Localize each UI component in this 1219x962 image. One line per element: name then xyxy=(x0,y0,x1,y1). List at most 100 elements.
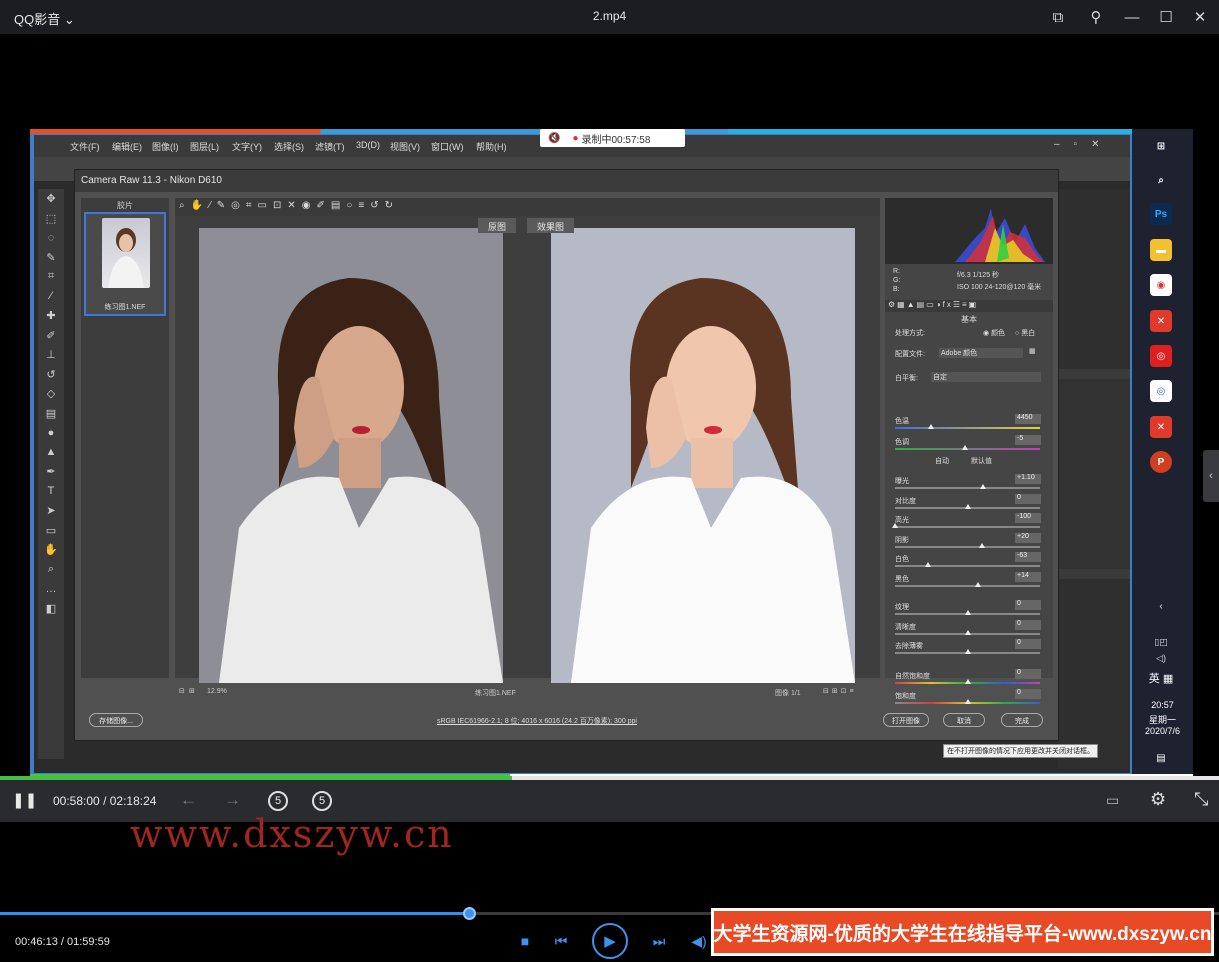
slider-handle[interactable] xyxy=(961,445,968,450)
color-sampler-icon[interactable]: ✎ xyxy=(217,200,231,211)
volume-button[interactable]: ◀) xyxy=(686,928,712,954)
slider-track[interactable] xyxy=(895,487,1040,489)
powerpoint-icon[interactable]: P xyxy=(1150,451,1172,473)
eraser-icon[interactable]: ◇ xyxy=(38,384,64,404)
wb-select[interactable]: 自定 xyxy=(931,372,1041,382)
slider-value-input[interactable]: 4450 xyxy=(1015,414,1041,424)
slider-handle[interactable] xyxy=(964,679,971,684)
gradient-icon[interactable]: ▤ xyxy=(38,404,64,424)
volume-icon[interactable]: ◁) xyxy=(1150,647,1172,669)
ps-menu-item[interactable]: 文字(Y) xyxy=(232,140,262,153)
zoom-icon[interactable]: ⌕ xyxy=(179,200,191,211)
preferences-icon[interactable]: ≡ xyxy=(358,200,370,211)
app-x2-icon[interactable]: ✕ xyxy=(1150,416,1172,438)
workflow-options-link[interactable]: sRGB IEC61966-2.1; 8 位; 4016 x 6016 (24.… xyxy=(437,716,637,726)
app-x-icon[interactable]: ✕ xyxy=(1150,310,1172,332)
straighten-icon[interactable]: ▭ xyxy=(258,200,273,211)
ps-menu-item[interactable]: 图像(I) xyxy=(152,140,179,153)
transform-icon[interactable]: ⊡ xyxy=(273,200,287,211)
screenshot-icon[interactable]: ⧉ xyxy=(1047,6,1069,28)
zoom-level[interactable]: 12.9% xyxy=(207,688,227,695)
crop-tool-icon[interactable]: ⌗ xyxy=(38,267,64,287)
next-button[interactable]: ⏭ xyxy=(646,928,672,954)
close-button[interactable]: ✕ xyxy=(1189,6,1211,28)
rewind-5-icon[interactable]: 5 xyxy=(268,791,288,811)
crop-icon[interactable]: ⌗ xyxy=(246,200,258,211)
slider-track[interactable] xyxy=(895,526,1040,528)
playback-progress-handle[interactable] xyxy=(463,907,477,920)
ps-menu-item[interactable]: 编辑(E) xyxy=(112,140,142,153)
slider-value-input[interactable]: +20 xyxy=(1015,533,1041,543)
tray-expand-icon[interactable]: ‹ xyxy=(1150,595,1172,617)
auto-button[interactable]: 自动 xyxy=(935,456,949,466)
slider-handle[interactable] xyxy=(974,582,981,587)
move-tool-icon[interactable]: ✥ xyxy=(38,189,64,209)
ps-menu-item[interactable]: 文件(F) xyxy=(70,140,100,153)
slider-value-input[interactable]: 0 xyxy=(1015,639,1041,649)
type-tool-icon[interactable]: T xyxy=(38,482,64,502)
white-balance-icon[interactable]: ⁄ xyxy=(209,200,217,211)
pen-tool-icon[interactable]: ✒ xyxy=(38,462,64,482)
settings-gear-icon[interactable]: ⚙ xyxy=(1150,789,1166,810)
search-icon[interactable]: ⌕ xyxy=(1150,169,1172,191)
treatment-bw-radio[interactable]: ○ 黑白 xyxy=(1015,328,1035,338)
slider-handle[interactable] xyxy=(964,699,971,704)
slider-value-input[interactable]: +14 xyxy=(1015,572,1041,582)
save-image-button[interactable]: 存储图像... xyxy=(89,713,143,727)
slider-handle[interactable] xyxy=(964,504,971,509)
treatment-color-radio[interactable]: ◉ 颜色 xyxy=(983,328,1005,338)
slider-handle[interactable] xyxy=(964,610,971,615)
slider-handle[interactable] xyxy=(979,543,985,548)
lasso-tool-icon[interactable]: ◌ xyxy=(38,228,64,248)
eyedropper-icon[interactable]: ⁄ xyxy=(38,287,64,307)
side-panel-toggle[interactable]: ‹ xyxy=(1203,450,1219,502)
slider-value-input[interactable]: -5 xyxy=(1015,435,1041,445)
slider-value-input[interactable]: 0 xyxy=(1015,669,1041,679)
speaker-muted-icon[interactable]: 🔇 xyxy=(548,133,560,144)
hand-tool-icon[interactable]: ✋ xyxy=(38,540,64,560)
profile-select[interactable]: Adobe 颜色 xyxy=(939,348,1023,358)
marquee-tool-icon[interactable]: ⬚ xyxy=(38,209,64,229)
zoom-out-icon[interactable]: ⊟ xyxy=(179,687,185,695)
stamp-tool-icon[interactable]: ⊥ xyxy=(38,345,64,365)
blur-tool-icon[interactable]: ● xyxy=(38,423,64,443)
rotate-ccw-icon[interactable]: ↺ xyxy=(370,200,384,211)
folder-icon[interactable]: ▬ xyxy=(1150,239,1172,261)
slider-handle[interactable] xyxy=(964,649,971,654)
slider-value-input[interactable]: 0 xyxy=(1015,600,1041,610)
healing-brush-icon[interactable]: ✚ xyxy=(38,306,64,326)
slider-handle[interactable] xyxy=(892,523,898,528)
stop-button[interactable]: ■ xyxy=(512,928,538,954)
target-adjust-icon[interactable]: ◎ xyxy=(231,200,246,211)
slider-track[interactable] xyxy=(895,565,1040,567)
pin-icon[interactable]: ⚲ xyxy=(1085,6,1107,28)
ps-menu-item[interactable]: 帮助(H) xyxy=(476,140,507,153)
slider-value-input[interactable]: 0 xyxy=(1015,494,1041,504)
spot-removal-icon[interactable]: ✕ xyxy=(287,200,301,211)
back-arrow-icon[interactable]: ← xyxy=(180,790,197,810)
shape-tool-icon[interactable]: ▭ xyxy=(38,521,64,541)
zoom-in-icon[interactable]: ⊞ xyxy=(189,687,195,695)
rotate-cw-icon[interactable]: ↻ xyxy=(385,200,399,211)
done-button[interactable]: 完成 xyxy=(1001,713,1043,727)
view-mode-icon[interactable]: ⊟⊞⊡≡ xyxy=(823,687,857,695)
chrome-icon[interactable]: ◉ xyxy=(1150,274,1172,296)
open-image-button[interactable]: 打开图像 xyxy=(883,713,929,727)
slider-track[interactable] xyxy=(895,427,1040,429)
browser-icon[interactable]: ◎ xyxy=(1150,380,1172,402)
slider-value-input[interactable]: -63 xyxy=(1015,552,1041,562)
start-icon[interactable]: ⊞ xyxy=(1150,135,1172,157)
slider-value-input[interactable]: 0 xyxy=(1015,620,1041,630)
cancel-button[interactable]: 取消 xyxy=(943,713,985,727)
maximize-button[interactable]: ☐ xyxy=(1155,6,1177,28)
ps-menu-item[interactable]: 视图(V) xyxy=(390,140,420,153)
panel-tabs[interactable]: ⚙▦▲▤▭◑fx☰≡▣ xyxy=(885,300,1053,312)
slider-handle[interactable] xyxy=(928,424,935,429)
image-preview[interactable]: 原图 效果图 xyxy=(175,216,880,683)
minimize-button[interactable]: — xyxy=(1121,6,1143,28)
zoom-tool-icon[interactable]: ⌕ xyxy=(38,560,64,580)
ps-menu-item[interactable]: 3D(D) xyxy=(356,140,380,150)
slider-track[interactable] xyxy=(895,546,1040,548)
ps-menu-item[interactable]: 窗口(W) xyxy=(431,140,464,153)
ime-indicator[interactable]: 英 ▦ xyxy=(1149,667,1173,689)
